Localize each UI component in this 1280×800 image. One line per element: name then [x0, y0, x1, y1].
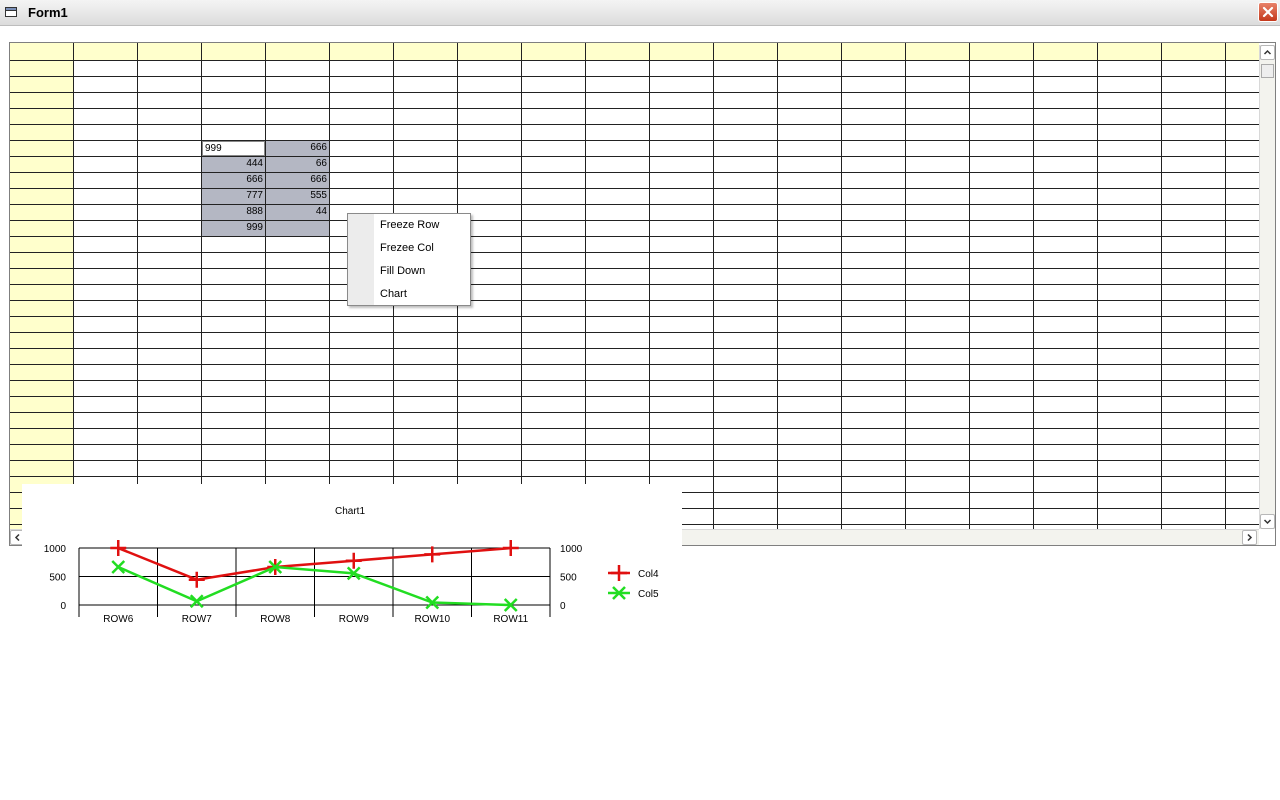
- scroll-up-button[interactable]: [1260, 45, 1275, 60]
- chart-xtick-label: ROW8: [260, 614, 290, 625]
- menu-item-fill-down[interactable]: Fill Down: [349, 260, 469, 283]
- window-title: Form1: [28, 5, 68, 20]
- grid-cell[interactable]: 888: [201, 204, 263, 219]
- scroll-down-button[interactable]: [1260, 514, 1275, 529]
- close-icon: [1262, 6, 1274, 18]
- chart-point-col4: [424, 546, 441, 563]
- chart-xtick-label: ROW6: [103, 614, 133, 625]
- chart-title: Chart1: [335, 506, 365, 517]
- chart-point-col5: [111, 560, 126, 574]
- grid-cell[interactable]: 555: [265, 188, 327, 203]
- chart-xtick-label: ROW11: [493, 614, 528, 625]
- menu-item-chart[interactable]: Chart: [349, 283, 469, 306]
- chart-ytick-right-label: 500: [560, 573, 577, 584]
- active-cell-editor[interactable]: 999: [202, 141, 265, 156]
- legend-label-col5: Col5: [638, 589, 659, 600]
- grid-cell[interactable]: 444: [201, 156, 263, 171]
- grid-cell[interactable]: 44: [265, 204, 327, 219]
- chevron-up-icon: [1263, 49, 1272, 55]
- vertical-scrollbar[interactable]: [1259, 45, 1275, 529]
- line-chart: Chart1 1000 500 0 1000 500 0 ROW6 ROW7 ROW8 ROW9 RO…: [44, 506, 659, 625]
- chart-xtick-label: ROW9: [339, 614, 369, 625]
- close-button[interactable]: [1258, 2, 1278, 22]
- grid-lines: [10, 43, 1259, 529]
- menu-item-freeze-col[interactable]: Frezee Col: [349, 237, 469, 260]
- chart-point-col4: [110, 540, 127, 557]
- row-header-band: [10, 43, 73, 529]
- context-menu: Freeze Row Frezee Col Fill Down Chart: [347, 213, 471, 306]
- chart-panel[interactable]: Chart1 1000 500 0 1000 500 0 ROW6 ROW7 ROW8 ROW9 RO…: [22, 484, 682, 642]
- menu-item-freeze-row[interactable]: Freeze Row: [349, 214, 469, 237]
- chevron-right-icon: [1247, 533, 1253, 542]
- chart-xtick-label: ROW7: [182, 614, 212, 625]
- chart-point-col4: [502, 540, 519, 557]
- chevron-down-icon: [1263, 519, 1272, 525]
- window-app-icon[interactable]: [5, 7, 17, 17]
- legend-label-col4: Col4: [638, 569, 659, 580]
- chart-ytick-right-label: 0: [560, 601, 566, 612]
- grid-cell[interactable]: 666: [265, 140, 327, 155]
- grid-cell[interactable]: 666: [265, 172, 327, 187]
- chart-point-col4: [345, 552, 362, 569]
- scroll-right-button[interactable]: [1242, 530, 1257, 545]
- vertical-scroll-thumb[interactable]: [1261, 64, 1274, 78]
- chart-xtick-label: ROW10: [414, 614, 450, 625]
- grid-cell[interactable]: 999: [201, 220, 263, 235]
- chart-ytick-right-label: 1000: [560, 544, 583, 555]
- window-titlebar: Form1: [0, 0, 1280, 26]
- column-header-band: [10, 43, 1259, 60]
- chart-ytick-label: 1000: [44, 544, 67, 555]
- grid-cell[interactable]: 66: [265, 156, 327, 171]
- grid-cell[interactable]: 777: [201, 188, 263, 203]
- chart-point-col4: [188, 571, 205, 588]
- grid-cell[interactable]: 666: [201, 172, 263, 187]
- chart-ytick-label: 0: [60, 601, 66, 612]
- spreadsheet-grid[interactable]: 666 444 66 666 666 777 555 888 44 999 999: [9, 42, 1276, 546]
- chart-ytick-label: 500: [49, 573, 66, 584]
